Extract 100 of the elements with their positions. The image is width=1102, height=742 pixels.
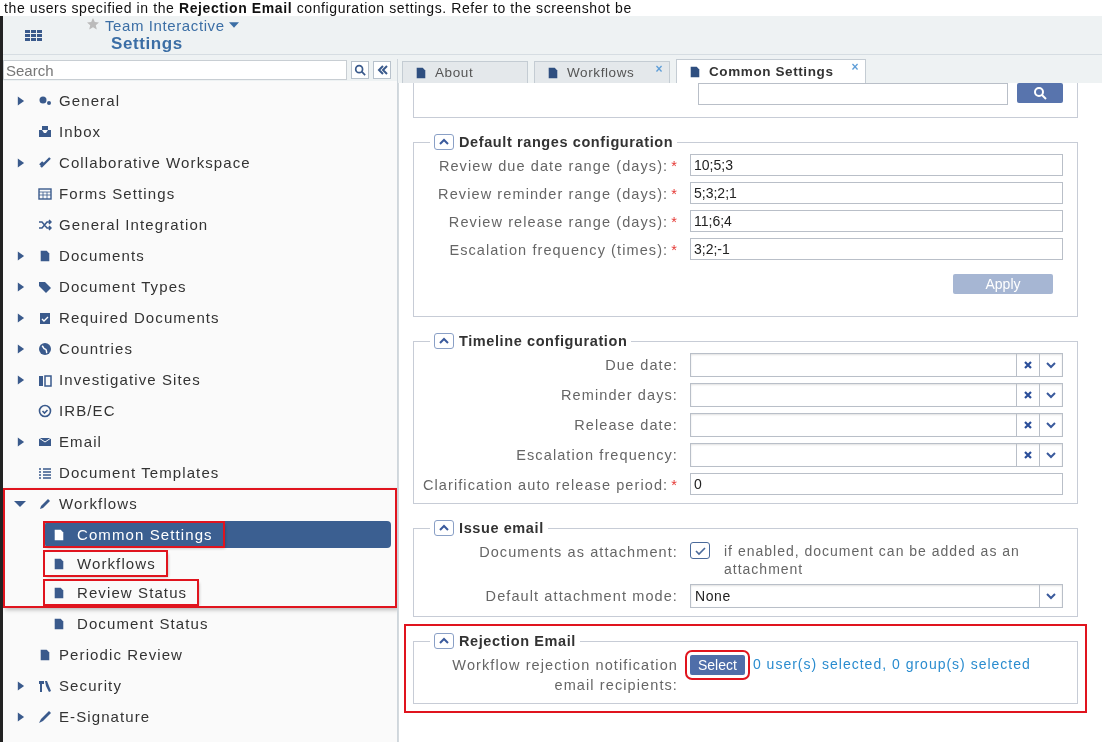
sidebar-item[interactable]: Forms Settings: [59, 185, 176, 202]
pen-icon: [38, 709, 52, 724]
sidebar-item[interactable]: Collaborative Workspace: [59, 154, 251, 171]
field-label: Review release range (days): *: [447, 213, 678, 232]
search-field[interactable]: [698, 83, 1008, 105]
sidebar-item[interactable]: Document Types: [59, 278, 187, 295]
shuffle-icon: [38, 217, 52, 232]
caret-icon: [228, 22, 239, 28]
sidebar-subitem[interactable]: Common Settings: [45, 521, 391, 548]
expand-arrow-icon[interactable]: [15, 373, 25, 386]
document-icon: [53, 556, 65, 571]
document-icon: [39, 248, 51, 263]
document-icon: [53, 527, 65, 542]
checkbox[interactable]: [690, 542, 710, 559]
expand-arrow-icon[interactable]: [15, 342, 25, 355]
tab[interactable]: About: [402, 61, 528, 83]
field-label: Documents as attachment:: [478, 543, 678, 562]
sidebar-item[interactable]: General Integration: [59, 216, 209, 233]
clear-icon: [1022, 419, 1034, 431]
list-icon: [38, 465, 52, 480]
checkbox-hint: if enabled, document can be added as an attachment: [724, 542, 1021, 578]
sidebar-item[interactable]: Countries: [59, 340, 134, 357]
chevron-down-icon: [1045, 419, 1057, 431]
page-title: Settings: [111, 33, 184, 54]
sidebar-item[interactable]: Investigative Sites: [59, 371, 201, 388]
collapse-toggle[interactable]: [434, 333, 454, 349]
workspace-name[interactable]: Team Interactive: [105, 16, 225, 34]
expand-arrow-icon[interactable]: [15, 710, 25, 723]
field-label: Due date:: [604, 356, 678, 375]
collapse-toggle[interactable]: [434, 520, 454, 536]
text-input[interactable]: 3;2;-1: [690, 238, 1063, 260]
sidebar-item[interactable]: Security: [59, 677, 122, 694]
expand-arrow-icon[interactable]: [15, 311, 25, 324]
sidebar-subitem[interactable]: Workflows: [45, 550, 391, 577]
chevron-down-icon: [1045, 389, 1057, 401]
expand-arrow-icon[interactable]: [15, 94, 25, 107]
clipboard-icon: [38, 310, 52, 325]
chevron-down-icon: [1045, 359, 1057, 371]
recipients-link[interactable]: 0 user(s) selected, 0 group(s) selected: [752, 653, 1063, 675]
collapse-sidebar-button[interactable]: [373, 61, 391, 79]
text-input[interactable]: 5;3;2;1: [690, 182, 1063, 204]
expand-arrow-icon[interactable]: [15, 679, 25, 692]
pencil-icon: [38, 496, 52, 511]
tab[interactable]: Common Settings ×: [676, 59, 866, 83]
expand-arrow-icon[interactable]: [15, 249, 25, 262]
double-chevron-left-icon: [376, 64, 388, 76]
apps-grid-icon: [24, 28, 42, 42]
field-label: Default attachment mode:: [484, 587, 678, 606]
search-button[interactable]: [351, 61, 369, 79]
text-input[interactable]: 10;5;3: [690, 154, 1063, 176]
tag-icon: [38, 279, 52, 294]
collapse-arrow-icon[interactable]: [14, 498, 26, 509]
sidebar-item[interactable]: E-Signature: [59, 708, 151, 725]
expand-arrow-icon[interactable]: [15, 280, 25, 293]
field-label: Review due date range (days): *: [437, 157, 678, 176]
clear-icon: [1022, 389, 1034, 401]
tab[interactable]: Workflows ×: [534, 61, 670, 83]
field-label: Release date:: [573, 416, 678, 435]
document-icon: [53, 616, 65, 631]
sidebar-subitem[interactable]: Review Status: [45, 579, 391, 606]
document-icon: [415, 65, 427, 80]
panel-title: Timeline configuration: [459, 333, 628, 349]
sidebar-item[interactable]: Inbox: [59, 123, 102, 140]
document-icon: [547, 65, 559, 80]
sidebar-subitem[interactable]: Document Status: [45, 610, 391, 637]
search-input[interactable]: Search: [3, 60, 347, 80]
table-icon: [38, 186, 52, 201]
dropdown[interactable]: None: [690, 584, 1063, 608]
expand-arrow-icon[interactable]: [15, 435, 25, 448]
document-caption: the users specified in the Rejection Email configuration settings. Refer to the screenshot be: [3, 0, 633, 16]
check-icon: [694, 544, 706, 557]
sidebar-item[interactable]: IRB/EC: [59, 402, 116, 419]
collapse-toggle[interactable]: [434, 633, 454, 649]
search-icon: [1033, 86, 1047, 100]
text-input[interactable]: 11;6;4: [690, 210, 1063, 232]
chevron-down-icon: [1045, 590, 1057, 602]
sidebar-item[interactable]: Periodic Review: [59, 646, 184, 663]
collapse-toggle[interactable]: [434, 134, 454, 150]
clear-icon: [1022, 359, 1034, 371]
field-label: Review reminder range (days): *: [437, 185, 678, 204]
panel-title: Rejection Email: [459, 633, 576, 649]
text-input[interactable]: 0: [690, 473, 1063, 495]
sidebar-item[interactable]: Email: [59, 433, 102, 450]
inbox-icon: [38, 124, 52, 139]
sidebar-item[interactable]: Document Templates: [59, 464, 220, 481]
sidebar-item[interactable]: Documents: [59, 247, 145, 264]
check-circle-icon: [38, 403, 52, 418]
expand-arrow-icon[interactable]: [15, 156, 25, 169]
panel-title: Default ranges configuration: [459, 134, 674, 150]
field-label: Escalation frequency:: [515, 446, 678, 465]
sidebar-item[interactable]: General: [59, 92, 121, 109]
search-button[interactable]: [1017, 83, 1063, 103]
search-icon: [354, 64, 366, 76]
field-label: Reminder days:: [560, 386, 678, 405]
chevron-down-icon: [1045, 449, 1057, 461]
document-icon: [53, 585, 65, 600]
sidebar-item[interactable]: Required Documents: [59, 309, 220, 326]
sidebar-item[interactable]: Workflows: [59, 495, 138, 512]
document-icon: [39, 647, 51, 662]
field-label: Escalation frequency (times): *: [448, 241, 678, 260]
